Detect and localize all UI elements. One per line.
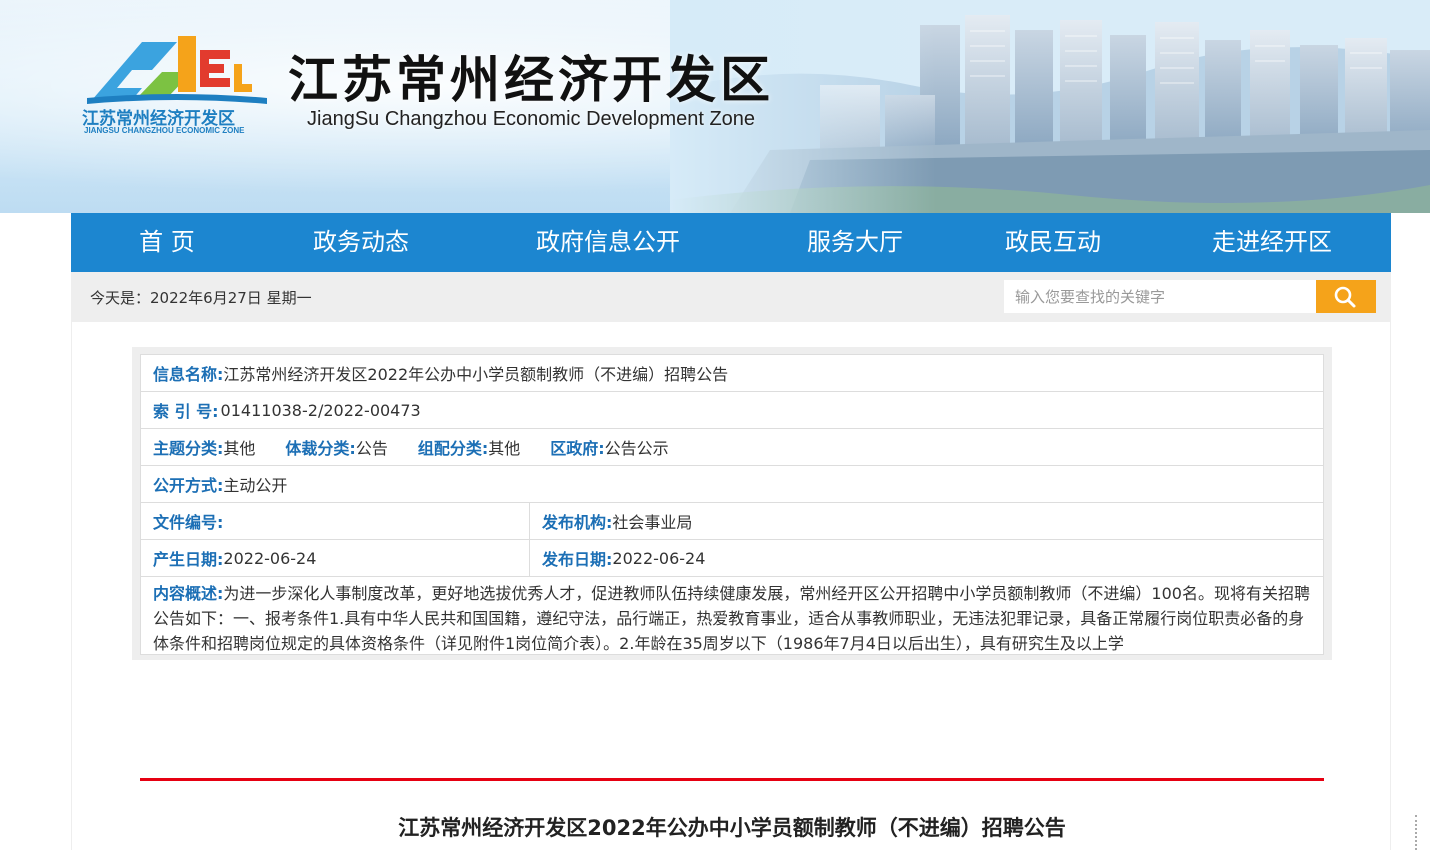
info-metadata-box: 信息名称: 江苏常州经济开发区2022年公办中小学员额制教师（不进编）招聘公告 … — [132, 347, 1332, 660]
nav-item-about-zone[interactable]: 走进经开区 — [1153, 213, 1391, 272]
site-title: 江苏常州经济开发区 — [288, 50, 774, 109]
meta-org-category: 其他 — [488, 439, 521, 458]
info-bar: 今天是：2022年6月27日 星期一 — [71, 272, 1391, 322]
meta-row-index: 索 引 号: 01411038-2/2022-00473 — [141, 392, 1323, 429]
title-divider — [140, 778, 1324, 781]
meta-row-doc-publisher: 文件编号: 发布机构: 社会事业局 — [141, 503, 1323, 540]
info-metadata-table: 信息名称: 江苏常州经济开发区2022年公办中小学员额制教师（不进编）招聘公告 … — [140, 354, 1324, 655]
meta-label: 信息名称: — [153, 365, 224, 384]
meta-index-number: 01411038-2/2022-00473 — [220, 400, 421, 420]
meta-row-dates: 产生日期: 2022-06-24 发布日期: 2022-06-24 — [141, 540, 1323, 577]
logo-english-text: JIANGSU CHANGZHOU ECONOMIC ZONE — [84, 126, 245, 135]
meta-label: 公开方式: — [153, 476, 224, 495]
resize-handle[interactable] — [1415, 815, 1423, 850]
meta-summary-text: 为进一步深化人事制度改革，更好地选拔优秀人才，促进教师队伍持续健康发展，常州经开… — [153, 584, 1310, 653]
meta-label: 主题分类: — [153, 439, 224, 458]
meta-cell-publisher: 发布机构: 社会事业局 — [530, 503, 693, 539]
meta-publisher: 社会事业局 — [612, 513, 693, 532]
meta-summary: 内容概述:为进一步深化人事制度改革，更好地选拔优秀人才，促进教师队伍持续健康发展… — [141, 577, 1323, 654]
nav-item-public-interaction[interactable]: 政民互动 — [953, 213, 1153, 272]
nav-item-information-disclosure[interactable]: 政府信息公开 — [459, 213, 757, 272]
nav-item-home[interactable]: 首 页 — [71, 213, 263, 272]
meta-disclosure-method: 主动公开 — [223, 476, 288, 495]
article-title: 江苏常州经济开发区2022年公办中小学员额制教师（不进编）招聘公告 — [398, 816, 1066, 840]
search-button[interactable] — [1316, 280, 1376, 313]
site-subtitle: JiangSu Changzhou Economic Development Z… — [307, 108, 756, 130]
meta-label: 发布日期: — [542, 550, 613, 569]
nav-item-government-news[interactable]: 政务动态 — [263, 213, 459, 272]
search-icon — [1334, 286, 1356, 308]
meta-district-category: 公告公示 — [604, 439, 669, 458]
meta-cell-doc-number: 文件编号: — [141, 503, 530, 539]
city-skyline-image — [670, 0, 1430, 213]
meta-label: 发布机构: — [542, 513, 613, 532]
current-date: 今天是：2022年6月27日 星期一 — [90, 289, 312, 307]
meta-label: 索 引 号: — [153, 402, 219, 421]
nav-item-service-hall[interactable]: 服务大厅 — [757, 213, 953, 272]
meta-cell-created-date: 产生日期: 2022-06-24 — [141, 540, 530, 576]
meta-topic-category: 其他 — [223, 439, 256, 458]
meta-label: 内容概述: — [153, 584, 224, 603]
meta-label: 产生日期: — [153, 550, 224, 569]
meta-cell-published-date: 发布日期: 2022-06-24 — [530, 540, 706, 576]
search-input[interactable] — [1004, 280, 1316, 313]
meta-row-name: 信息名称: 江苏常州经济开发区2022年公办中小学员额制教师（不进编）招聘公告 — [141, 355, 1323, 392]
meta-row-categories: 主题分类: 其他 体裁分类: 公告 组配分类: 其他 区政府: 公告公示 — [141, 429, 1323, 466]
meta-label: 体裁分类: — [285, 439, 356, 458]
meta-genre-category: 公告 — [355, 439, 388, 458]
meta-created-date: 2022-06-24 — [223, 548, 317, 568]
meta-published-date: 2022-06-24 — [612, 548, 706, 568]
meta-row-disclosure: 公开方式: 主动公开 — [141, 466, 1323, 503]
meta-label: 组配分类: — [417, 439, 489, 458]
header-banner: 江苏常州经济开发区 JIANGSU CHANGZHOU ECONOMIC ZON… — [0, 0, 1430, 213]
meta-info-name: 江苏常州经济开发区2022年公办中小学员额制教师（不进编）招聘公告 — [223, 365, 729, 384]
main-nav: 首 页 政务动态 政府信息公开 服务大厅 政民互动 走进经开区 — [71, 213, 1391, 272]
main-content: 信息名称: 江苏常州经济开发区2022年公办中小学员额制教师（不进编）招聘公告 … — [71, 322, 1391, 850]
meta-label: 文件编号: — [153, 513, 224, 532]
meta-label: 区政府: — [550, 439, 605, 458]
